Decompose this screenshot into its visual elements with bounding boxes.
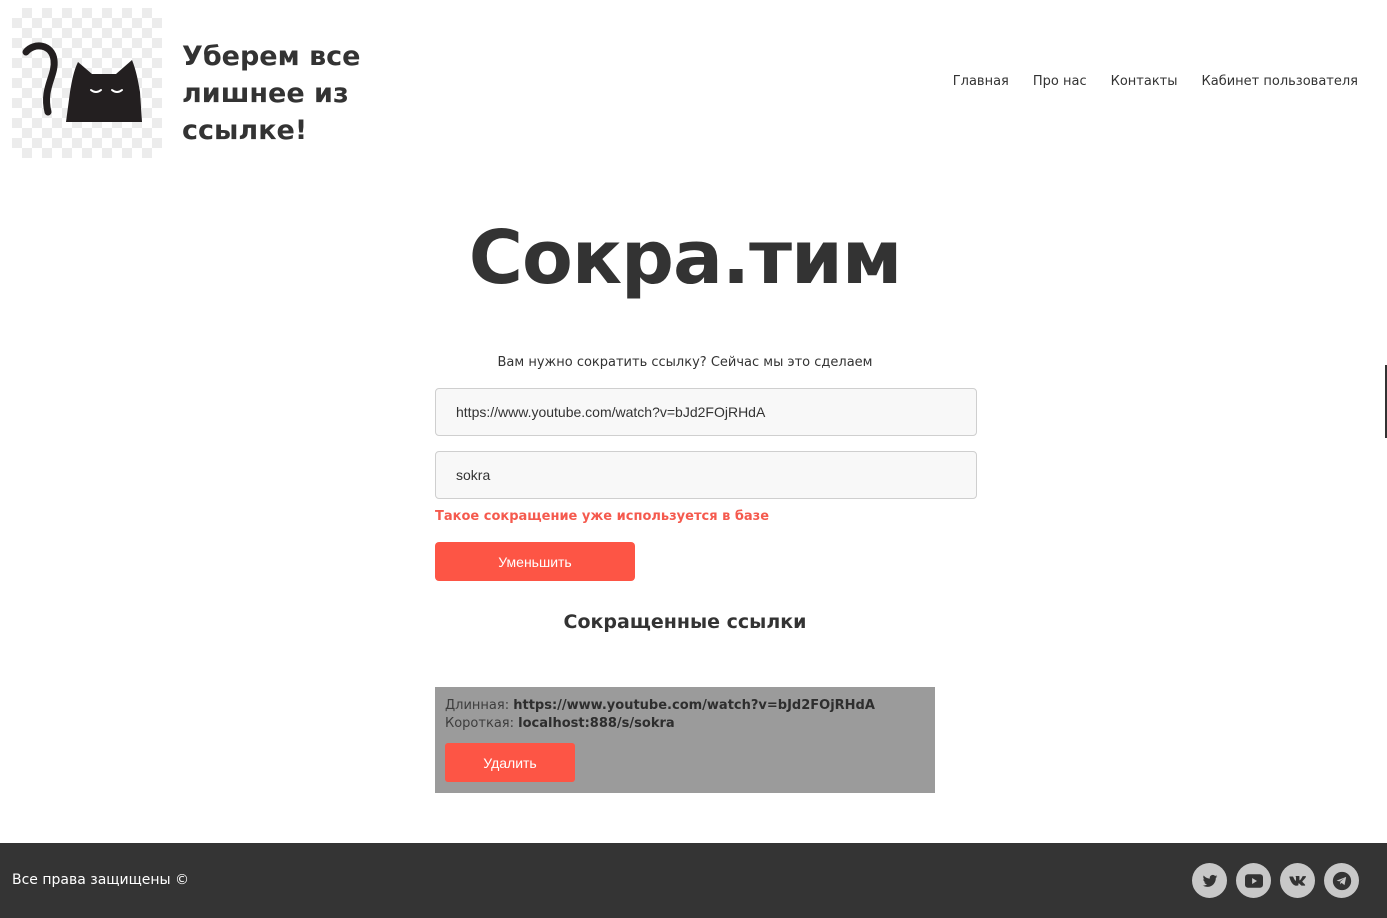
twitter-link[interactable] xyxy=(1192,863,1227,898)
social-links xyxy=(1192,863,1359,898)
tagline: Уберем все лишнее из ссылке! xyxy=(182,38,412,149)
site-header: Уберем все лишнее из ссылке! Главная Про… xyxy=(0,0,1387,170)
main-nav: Главная Про нас Контакты Кабинет пользов… xyxy=(953,74,1358,89)
twitter-icon xyxy=(1202,874,1217,887)
error-message: Такое сокращение уже используется в базе xyxy=(435,509,770,524)
short-url-label: Короткая: xyxy=(445,716,514,731)
short-url-value: localhost:888/s/sokra xyxy=(518,716,675,731)
tagline-line: ссылке! xyxy=(182,115,308,146)
tagline-line: Уберем все xyxy=(182,41,361,72)
brand-title: Сокра.тим xyxy=(468,215,903,301)
alias-input[interactable] xyxy=(435,451,977,499)
youtube-link[interactable] xyxy=(1236,863,1271,898)
long-url-input[interactable] xyxy=(435,388,977,436)
nav-link-home[interactable]: Главная xyxy=(953,74,1009,89)
nav-link-contacts[interactable]: Контакты xyxy=(1111,74,1178,89)
telegram-icon xyxy=(1332,871,1351,890)
long-url-label: Длинная: xyxy=(445,698,510,713)
long-url-value: https://www.youtube.com/watch?v=bJd2FOjR… xyxy=(513,698,875,713)
copyright-text: Все права защищены © xyxy=(12,872,190,888)
delete-button[interactable]: Удалить xyxy=(445,743,575,782)
vk-icon xyxy=(1288,875,1306,886)
hero-subtitle: Вам нужно сократить ссылку? Сейчас мы эт… xyxy=(497,355,873,370)
logo[interactable] xyxy=(12,8,162,158)
long-url-row: Длинная: https://www.youtube.com/watch?v… xyxy=(445,697,875,715)
short-link-card: Длинная: https://www.youtube.com/watch?v… xyxy=(435,687,935,793)
vk-link[interactable] xyxy=(1280,863,1315,898)
youtube-icon xyxy=(1244,873,1263,888)
section-title: Сокращенные ссылки xyxy=(563,611,807,633)
tagline-line: лишнее из xyxy=(182,78,349,109)
nav-link-about[interactable]: Про нас xyxy=(1033,74,1087,89)
shorten-button[interactable]: Уменьшить xyxy=(435,542,635,581)
telegram-link[interactable] xyxy=(1324,863,1359,898)
black-cat-icon xyxy=(22,42,142,122)
nav-link-user-cabinet[interactable]: Кабинет пользователя xyxy=(1202,74,1358,89)
site-footer: Все права защищены © xyxy=(0,843,1387,918)
short-url-row: Короткая: localhost:888/s/sokra xyxy=(445,715,675,733)
